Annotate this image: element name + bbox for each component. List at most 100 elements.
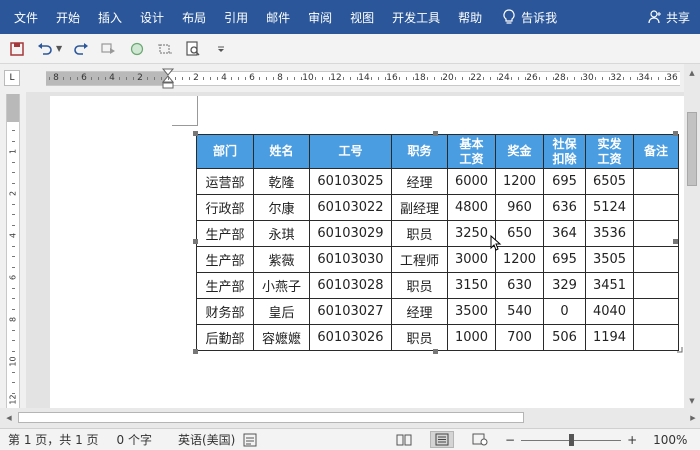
- table-cell[interactable]: [633, 220, 679, 247]
- table-cell[interactable]: 700: [495, 324, 544, 351]
- table-cell[interactable]: 乾隆: [253, 168, 310, 195]
- language-indicator[interactable]: 英语(美国): [178, 431, 235, 448]
- scroll-left-icon[interactable]: ◀: [2, 408, 16, 428]
- table-cell[interactable]: 60103029: [309, 220, 392, 247]
- crop-button[interactable]: [156, 40, 174, 58]
- table-cell[interactable]: 695: [543, 246, 586, 273]
- ribbon-tab[interactable]: 开始: [47, 9, 89, 26]
- table-cell[interactable]: 60103026: [309, 324, 392, 351]
- zoom-in-button[interactable]: +: [627, 433, 637, 447]
- print-layout-button[interactable]: [430, 431, 454, 448]
- table-header-cell[interactable]: 职务: [391, 134, 448, 169]
- document-page[interactable]: 部门 姓名 工号 职务 基本 工资 奖金 社保 扣除 实发 工资 备注 运营部 乾隆 60103025 经理…: [50, 96, 684, 408]
- undo-dropdown-icon[interactable]: ▼: [56, 44, 62, 53]
- table-cell[interactable]: 540: [495, 298, 544, 325]
- table-cell[interactable]: 3451: [585, 272, 634, 299]
- table-cell[interactable]: 6505: [585, 168, 634, 195]
- table-cell[interactable]: 后勤部: [196, 324, 254, 351]
- zoom-out-button[interactable]: −: [505, 433, 515, 447]
- ribbon-tab[interactable]: 插入: [89, 9, 131, 26]
- table-header-cell[interactable]: 工号: [309, 134, 392, 169]
- table-move-handle[interactable]: [193, 131, 198, 136]
- ribbon-tab[interactable]: 帮助: [449, 9, 491, 26]
- table-cell[interactable]: [633, 324, 679, 351]
- horizontal-scrollbar[interactable]: ◀ ▶: [0, 408, 700, 428]
- table-cell[interactable]: 尔康: [253, 194, 310, 221]
- table-cell[interactable]: 3505: [585, 246, 634, 273]
- table-cell[interactable]: 3000: [447, 246, 496, 273]
- table-header-cell[interactable]: 奖金: [495, 134, 544, 169]
- ribbon-tab[interactable]: 邮件: [257, 9, 299, 26]
- table-resize-handle-right[interactable]: [673, 239, 678, 244]
- ribbon-tab[interactable]: 开发工具: [383, 9, 449, 26]
- table-cell[interactable]: [633, 298, 679, 325]
- table-resize-handle-top-right[interactable]: [673, 131, 678, 136]
- table-cell[interactable]: [633, 272, 679, 299]
- table-cell[interactable]: 0: [543, 298, 586, 325]
- table-cell[interactable]: 工程师: [391, 246, 448, 273]
- table-resize-handle-left[interactable]: [193, 239, 198, 244]
- table-cell[interactable]: 职员: [391, 220, 448, 247]
- table-header-cell[interactable]: 实发 工资: [585, 134, 634, 169]
- table-cell[interactable]: 生产部: [196, 246, 254, 273]
- table-cell[interactable]: 60103030: [309, 246, 392, 273]
- table-header-cell[interactable]: 备注: [633, 134, 679, 169]
- scroll-down-icon[interactable]: ▼: [684, 394, 700, 408]
- touch-mode-button[interactable]: [100, 40, 118, 58]
- document-canvas[interactable]: 部门 姓名 工号 职务 基本 工资 奖金 社保 扣除 实发 工资 备注 运营部 乾隆 60103025 经理…: [26, 92, 684, 408]
- table-cell[interactable]: 60103027: [309, 298, 392, 325]
- word-count[interactable]: 0 个字: [117, 431, 152, 448]
- table-cell[interactable]: [633, 168, 679, 195]
- ribbon-tab[interactable]: 审阅: [299, 9, 341, 26]
- table-cell[interactable]: 生产部: [196, 272, 254, 299]
- table-cell[interactable]: 容嬷嬷: [253, 324, 310, 351]
- table-cell[interactable]: 副经理: [391, 194, 448, 221]
- read-mode-button[interactable]: [392, 431, 416, 448]
- zoom-slider-knob[interactable]: [569, 433, 575, 446]
- zoom-slider[interactable]: [521, 433, 622, 446]
- table-cell[interactable]: 4800: [447, 194, 496, 221]
- table-cell[interactable]: 小燕子: [253, 272, 310, 299]
- web-layout-button[interactable]: [468, 431, 492, 448]
- table-cell[interactable]: 生产部: [196, 220, 254, 247]
- table-cell[interactable]: 职员: [391, 324, 448, 351]
- table-header-cell[interactable]: 基本 工资: [447, 134, 496, 169]
- page-count[interactable]: 第 1 页，共 1 页: [8, 431, 99, 448]
- table-cell[interactable]: 紫薇: [253, 246, 310, 273]
- redo-button[interactable]: [72, 40, 90, 58]
- vertical-scroll-thumb[interactable]: [687, 112, 697, 186]
- accessibility-icon[interactable]: [243, 433, 257, 447]
- table-cell[interactable]: 60103025: [309, 168, 392, 195]
- table-cell[interactable]: 1194: [585, 324, 634, 351]
- table-cell[interactable]: 3536: [585, 220, 634, 247]
- ribbon-tab[interactable]: 布局: [173, 9, 215, 26]
- vertical-scrollbar[interactable]: ▲ ▼: [684, 64, 700, 408]
- table-cell[interactable]: 运营部: [196, 168, 254, 195]
- table-header-cell[interactable]: 部门: [196, 134, 254, 169]
- table-cell[interactable]: 364: [543, 220, 586, 247]
- circle-shape-button[interactable]: [128, 40, 146, 58]
- table-cell[interactable]: 329: [543, 272, 586, 299]
- table-cell[interactable]: 3250: [447, 220, 496, 247]
- undo-button[interactable]: [36, 40, 54, 58]
- vertical-ruler[interactable]: 1 2 4 6 8 10 12: [6, 94, 20, 408]
- salary-table[interactable]: 部门 姓名 工号 职务 基本 工资 奖金 社保 扣除 实发 工资 备注 运营部 乾隆 60103025 经理…: [196, 134, 679, 351]
- table-cell[interactable]: 4040: [585, 298, 634, 325]
- table-cell[interactable]: 经理: [391, 298, 448, 325]
- table-cell[interactable]: 职员: [391, 272, 448, 299]
- table-resize-handle-bottom-left[interactable]: [193, 349, 198, 354]
- table-resize-handle-top[interactable]: [433, 131, 438, 136]
- table-cell[interactable]: 636: [543, 194, 586, 221]
- table-cell[interactable]: 5124: [585, 194, 634, 221]
- table-cell[interactable]: 6000: [447, 168, 496, 195]
- table-cell[interactable]: 皇后: [253, 298, 310, 325]
- ribbon-tab[interactable]: 文件: [0, 9, 47, 26]
- scroll-up-icon[interactable]: ▲: [684, 66, 700, 80]
- table-cell[interactable]: 3150: [447, 272, 496, 299]
- table-cell[interactable]: [633, 246, 679, 273]
- table-cell[interactable]: 1200: [495, 168, 544, 195]
- table-cell[interactable]: 1000: [447, 324, 496, 351]
- print-preview-button[interactable]: [184, 40, 202, 58]
- ribbon-tab[interactable]: 视图: [341, 9, 383, 26]
- tell-me-box[interactable]: 告诉我: [503, 9, 557, 26]
